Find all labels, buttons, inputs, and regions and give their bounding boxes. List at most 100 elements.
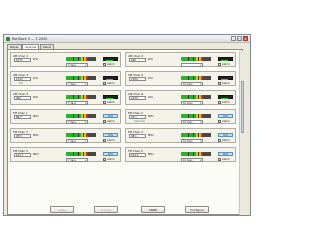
frequency-input[interactable]: 104.3 xyxy=(129,152,146,157)
channel-card: AM Chan 5 994 kHz 7 days ▾ Alarm xyxy=(10,90,121,105)
alarm-checkbox[interactable] xyxy=(103,120,106,123)
maximize-button[interactable]: □ xyxy=(237,36,242,41)
retention-value: 7 days xyxy=(68,120,76,124)
alarm-checkbox[interactable] xyxy=(218,158,221,161)
channel-card: FM Chan 6 104.3 MHz RDS 10 days ▾ Alarm xyxy=(125,147,236,162)
chevron-down-icon: ▾ xyxy=(200,101,202,105)
retention-select[interactable]: 7 days ▾ xyxy=(66,157,88,162)
status-indicator-bar xyxy=(106,78,113,80)
chevron-down-icon: ▾ xyxy=(200,82,202,86)
frequency-input[interactable]: 994 xyxy=(14,95,31,100)
app-window: RoHSock 5 — F-2000 _ □ × Player Sources … xyxy=(3,34,251,216)
channel-card: AM Chan 3 1230 kHz 2% 7 days ▾ Alarm xyxy=(10,71,121,86)
alarm-label: Alarm xyxy=(222,81,230,85)
retention-select[interactable]: 7 days ▾ xyxy=(66,119,88,124)
rds-badge: RDS xyxy=(103,152,118,156)
retention-select[interactable]: 10 days ▾ xyxy=(181,81,203,86)
frequency-input[interactable]: 101.7 xyxy=(14,152,31,157)
alarm-label: Alarm xyxy=(222,138,230,142)
chevron-down-icon: ▾ xyxy=(85,82,87,86)
scrollbar-thumb[interactable] xyxy=(240,81,244,133)
frequency-unit: kHz xyxy=(148,95,153,99)
level-meter xyxy=(66,133,96,137)
retention-value: 7 days xyxy=(68,158,76,162)
frequency-input[interactable]: 93.1 xyxy=(129,114,146,119)
status-indicator xyxy=(218,57,233,61)
status-indicator-bar xyxy=(106,97,113,99)
alarm-label: Alarm xyxy=(222,119,230,123)
rds-badge: RDS xyxy=(218,114,233,118)
alarm-checkbox[interactable] xyxy=(218,63,221,66)
frequency-unit: kHz xyxy=(148,57,153,61)
minimize-button[interactable]: _ xyxy=(231,36,236,41)
retention-value: 7 days xyxy=(68,139,76,143)
meter-segment xyxy=(93,95,96,99)
retention-select[interactable]: 7 days ▾ xyxy=(66,138,88,143)
app-icon xyxy=(6,37,10,41)
alarm-label: Alarm xyxy=(222,100,230,104)
retention-value: 10 days xyxy=(183,139,193,143)
retention-value: 7 days xyxy=(68,101,76,105)
alarm-checkbox[interactable] xyxy=(218,139,221,142)
retention-select[interactable]: 10 days ▾ xyxy=(181,157,203,162)
frequency-input[interactable]: 98.1 xyxy=(129,133,146,138)
frequency-input[interactable]: 1080 xyxy=(129,76,146,81)
alarm-label: Alarm xyxy=(222,62,230,66)
level-meter xyxy=(181,114,211,118)
status-indicator-bar xyxy=(106,59,113,61)
channel-card: FM Chan 4 98.1 MHz RDS 10 days ▾ Alarm xyxy=(125,128,236,143)
frequency-input[interactable]: 1575 xyxy=(14,57,31,62)
configure-button[interactable]: Configure xyxy=(185,206,209,213)
frequency-input[interactable]: 1230 xyxy=(14,76,31,81)
close-button[interactable]: × xyxy=(243,36,248,41)
retention-select[interactable]: 10 days ▾ xyxy=(181,138,203,143)
retention-select[interactable]: 7 days ▾ xyxy=(66,100,88,105)
alarm-checkbox[interactable] xyxy=(103,82,106,85)
cancel-button[interactable]: Cancel xyxy=(94,206,118,213)
chevron-down-icon: ▾ xyxy=(200,120,202,124)
window-title: RoHSock 5 — F-2000 xyxy=(12,36,48,41)
alarm-checkbox[interactable] xyxy=(103,139,106,142)
channel-card: AM Chan 4 1080 kHz 10 days ▾ Alarm xyxy=(125,71,236,86)
alarm-label: Alarm xyxy=(107,157,115,161)
frequency-input[interactable]: 690 xyxy=(129,57,146,62)
meter-segment xyxy=(208,133,211,137)
alarm-label: Alarm xyxy=(107,81,115,85)
retention-select[interactable]: 10 days ▾ xyxy=(181,119,203,124)
rds-badge: RDS xyxy=(218,152,233,156)
chevron-down-icon: ▾ xyxy=(200,158,202,162)
alarm-checkbox[interactable] xyxy=(218,120,221,123)
retention-select[interactable]: 10 days ▾ xyxy=(181,100,203,105)
status-indicator-bar xyxy=(221,97,228,99)
meter-segment xyxy=(208,76,211,80)
rds-badge-label: RDS xyxy=(222,153,229,156)
alarm-checkbox[interactable] xyxy=(103,63,106,66)
alarm-checkbox[interactable] xyxy=(103,101,106,104)
alarm-checkbox[interactable] xyxy=(218,101,221,104)
frequency-input[interactable]: 1430 xyxy=(129,95,146,100)
retention-value: 10 days xyxy=(183,120,193,124)
frequency-input[interactable]: 88.7 xyxy=(14,114,31,119)
alarm-checkbox[interactable] xyxy=(103,158,106,161)
rds-badge: RDS xyxy=(218,133,233,137)
frequency-input[interactable]: 95.5 xyxy=(14,133,31,138)
meter-segment xyxy=(93,133,96,137)
chevron-down-icon: ▾ xyxy=(85,63,87,67)
rds-badge-label: RDS xyxy=(107,134,114,137)
snmp-button[interactable]: SNMP xyxy=(141,206,165,213)
alarm-checkbox[interactable] xyxy=(218,82,221,85)
apply-button[interactable]: Apply xyxy=(50,206,74,213)
status-indicator xyxy=(218,76,233,80)
level-meter xyxy=(181,76,211,80)
meter-segment xyxy=(208,152,211,156)
title-bar[interactable]: RoHSock 5 — F-2000 _ □ × xyxy=(4,35,250,43)
meter-segment xyxy=(208,57,211,61)
retention-value: 7 days xyxy=(68,82,76,86)
frequency-unit: MHz xyxy=(33,133,39,137)
retention-select[interactable]: 7 days ▾ xyxy=(66,81,88,86)
frequency-unit: kHz xyxy=(33,76,38,80)
vertical-scrollbar[interactable] xyxy=(239,51,244,215)
meter-segment xyxy=(93,152,96,156)
retention-select[interactable]: ▾ xyxy=(181,62,203,67)
retention-select[interactable]: 7 days ▾ xyxy=(66,62,88,67)
